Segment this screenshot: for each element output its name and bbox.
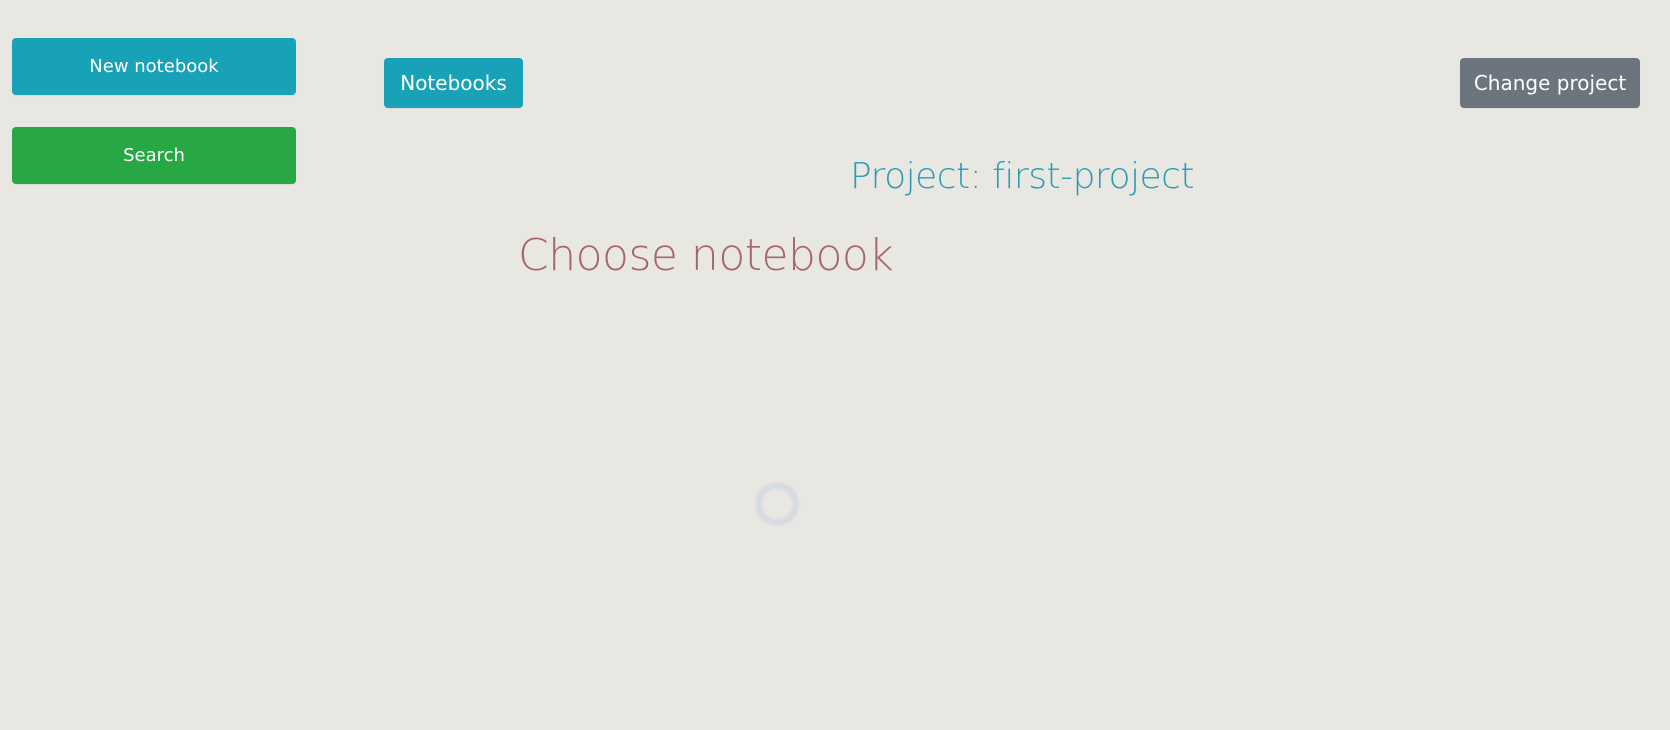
project-title: Project: first-project — [850, 156, 1195, 197]
spinner-icon — [756, 483, 798, 525]
new-notebook-button[interactable]: New notebook — [12, 38, 296, 95]
search-button[interactable]: Search — [12, 127, 296, 184]
change-project-button[interactable]: Change project — [1460, 58, 1640, 108]
page-title: Choose notebook — [518, 230, 894, 281]
notebooks-button[interactable]: Notebooks — [384, 58, 523, 108]
